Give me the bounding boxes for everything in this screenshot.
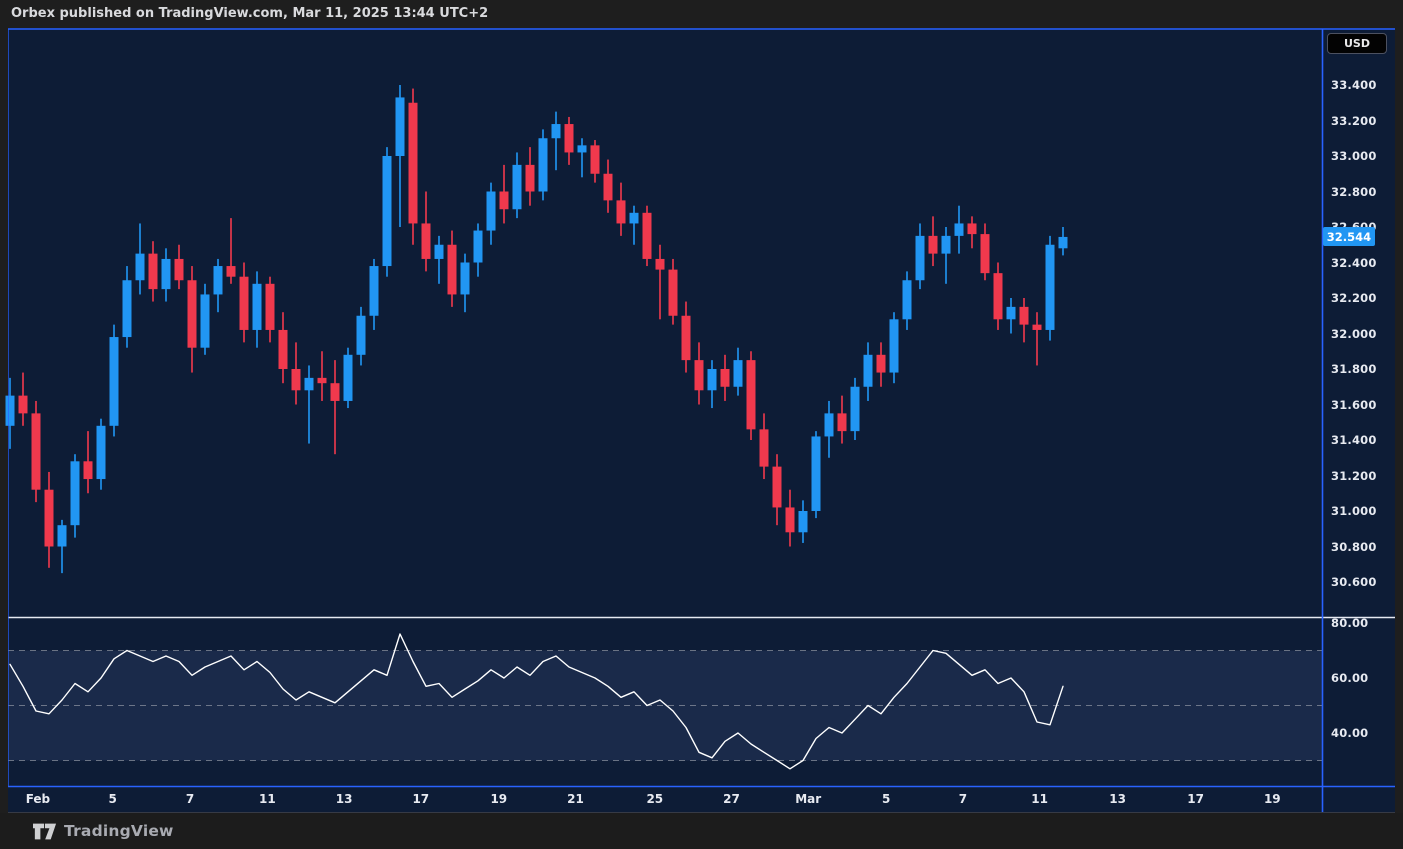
last-price-label: 32.544 [1323,227,1375,246]
attribution-bar: Orbex published on TradingView.com, Mar … [0,0,1403,28]
footer-bar: TradingView [0,813,1403,849]
time-tick-label: 19 [490,786,507,812]
currency-badge[interactable]: USD [1327,33,1387,54]
time-tick-label: 27 [723,786,740,812]
price-tick-label: 31.200 [1331,469,1377,483]
price-tick-label: 32.200 [1331,291,1377,305]
time-tick-label: Feb [26,786,50,812]
price-tick-label: 33.400 [1331,78,1377,92]
chart-plot-area[interactable] [8,28,1395,813]
price-tick-label: 30.600 [1331,575,1377,589]
time-tick-label: 7 [186,786,194,812]
attribution-text: Orbex published on TradingView.com, Mar … [11,6,488,21]
price-tick-label: 33.200 [1331,114,1377,128]
time-tick-label: 17 [1187,786,1204,812]
price-tick-label: 30.800 [1331,540,1377,554]
time-tick-label: 7 [959,786,967,812]
time-tick-label: 25 [646,786,663,812]
price-tick-label: 32.000 [1331,327,1377,341]
time-tick-label: 5 [882,786,890,812]
tradingview-wordmark[interactable]: TradingView [64,822,174,840]
rsi-tick-label: 60.00 [1331,671,1368,685]
price-tick-label: 32.400 [1331,256,1377,270]
time-tick-label: 11 [259,786,276,812]
price-tick-label: 31.600 [1331,398,1377,412]
time-tick-label: 19 [1264,786,1281,812]
time-tick-label: 13 [336,786,353,812]
price-tick-label: 31.400 [1331,433,1377,447]
price-tick-label: 32.800 [1331,185,1377,199]
currency-badge-label: USD [1344,37,1370,50]
last-price-value: 32.544 [1327,230,1371,244]
time-tick-label: 17 [412,786,429,812]
time-tick-label: 21 [567,786,584,812]
price-tick-label: 31.800 [1331,362,1377,376]
rsi-tick-label: 40.00 [1331,726,1368,740]
time-tick-label: 11 [1031,786,1048,812]
price-tick-label: 31.000 [1331,504,1377,518]
time-tick-label: 5 [109,786,117,812]
price-tick-label: 33.000 [1331,149,1377,163]
time-tick-label: 13 [1109,786,1126,812]
tradingview-logo-icon[interactable] [33,822,57,841]
rsi-tick-label: 80.00 [1331,616,1368,630]
time-tick-label: Mar [795,786,821,812]
screenshot-root: { "header": { "attribution": "Orbex publ… [0,0,1403,849]
